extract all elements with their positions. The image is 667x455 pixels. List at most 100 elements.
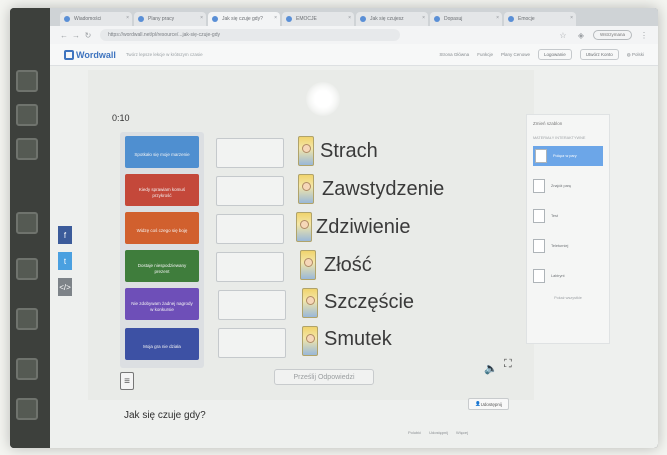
emotion-picture xyxy=(298,136,314,166)
browser-tab[interactable]: Wiadomości × xyxy=(60,12,132,26)
close-icon[interactable]: × xyxy=(126,15,129,21)
embed-share-button[interactable]: </> xyxy=(58,278,72,296)
close-icon[interactable]: × xyxy=(348,15,351,21)
answer-card[interactable]: Moja gra nie działa xyxy=(125,328,199,360)
board-tool[interactable] xyxy=(16,212,38,234)
login-button[interactable]: Logowanie xyxy=(538,49,572,60)
hamburger-icon: ≡ xyxy=(124,375,130,387)
board-tool[interactable] xyxy=(16,308,38,330)
nav-link-home[interactable]: Strona Główna xyxy=(439,52,469,57)
twitter-share-button[interactable]: t xyxy=(58,252,72,270)
answer-card[interactable]: Widzę coś czego się boję xyxy=(125,212,199,244)
face-icon xyxy=(304,258,313,267)
nav-link-pricing[interactable]: Plany Cenowe xyxy=(501,52,530,57)
profile-button[interactable]: Wstrzymana xyxy=(592,30,632,40)
emotion-picture xyxy=(300,250,316,280)
wordwall-logo[interactable]: Wordwall xyxy=(64,49,116,60)
speaker-icon[interactable]: 🔈 xyxy=(484,362,498,375)
template-thumbnail-icon xyxy=(533,179,545,193)
template-option[interactable]: Test xyxy=(533,206,603,226)
cards-panel: Spotkało się moje marzenie Kiedy sprawia… xyxy=(120,132,204,368)
board-tool[interactable] xyxy=(16,104,38,126)
share-button[interactable]: 👤 Udostępnij xyxy=(468,398,509,410)
emotion-word: Zdziwienie xyxy=(316,216,411,238)
browser-tab[interactable]: EMOCJE × xyxy=(282,12,354,26)
answer-card[interactable]: Kiedy sprawiam komuś przykrość xyxy=(125,174,199,206)
favicon-icon xyxy=(286,16,292,22)
screen-glare xyxy=(306,82,340,116)
like-link[interactable]: Polubić xyxy=(408,430,421,435)
template-thumbnail-icon xyxy=(533,239,545,253)
browser-tab[interactable]: Emocje × xyxy=(504,12,576,26)
drop-slot[interactable] xyxy=(216,252,284,282)
favicon-icon xyxy=(64,16,70,22)
board-tool[interactable] xyxy=(16,358,38,380)
template-option[interactable]: Połącz w pary xyxy=(533,146,603,166)
back-icon[interactable]: ← xyxy=(58,31,70,40)
board-tool[interactable] xyxy=(16,258,38,280)
facebook-share-button[interactable]: f xyxy=(58,226,72,244)
more-link[interactable]: Więcej xyxy=(456,430,468,435)
url-input[interactable]: https://wordwall.net/pl/resource/...jak-… xyxy=(100,29,400,41)
logo-icon xyxy=(64,49,74,60)
emotion-picture xyxy=(302,288,318,318)
menu-dots-icon[interactable]: ⋮ xyxy=(638,31,650,40)
favicon-icon xyxy=(508,16,514,22)
extension-icon[interactable]: ◈ xyxy=(575,31,587,40)
board-tool[interactable] xyxy=(16,398,38,420)
browser-tab-active[interactable]: Jak się czuje gdy? × xyxy=(208,12,280,26)
fullscreen-icon[interactable]: ⛶ xyxy=(504,358,512,371)
board-toolbar xyxy=(10,8,50,448)
template-thumbnail-icon xyxy=(533,269,545,283)
activity-title: Jak się czuje gdy? xyxy=(124,410,206,421)
close-icon[interactable]: × xyxy=(422,15,425,21)
forward-icon[interactable]: → xyxy=(70,31,82,40)
board-tool[interactable] xyxy=(16,138,38,160)
browser-tab[interactable]: Jak się czujesz × xyxy=(356,12,428,26)
nav-link-features[interactable]: Funkcje xyxy=(477,52,493,57)
drop-slot[interactable] xyxy=(216,138,284,168)
favicon-icon xyxy=(360,16,366,22)
emotion-word: Złość xyxy=(324,254,372,276)
answer-card[interactable]: Dostaje niespodziewany prezent xyxy=(125,250,199,282)
submit-answers-button[interactable]: Prześlij Odpowiedzi xyxy=(274,369,374,385)
site-header: Wordwall Twórz lepsze lekcje w krótszym … xyxy=(50,44,658,66)
drop-slot[interactable] xyxy=(216,214,284,244)
answer-card[interactable]: Spotkało się moje marzenie xyxy=(125,136,199,168)
face-icon xyxy=(300,220,309,229)
share-link[interactable]: Udostępnij xyxy=(429,430,448,435)
drop-slot[interactable] xyxy=(218,290,286,320)
favicon-icon xyxy=(212,16,218,22)
close-icon[interactable]: × xyxy=(570,15,573,21)
browser-tab[interactable]: Dopasuj × xyxy=(430,12,502,26)
answer-card[interactable]: Nie zdobywam żadnej nagrody w konkursie xyxy=(125,288,199,320)
template-option[interactable]: Labirynt xyxy=(533,266,603,286)
template-panel: Zmień szablon MATERIAŁY INTERAKTYWNE Poł… xyxy=(526,114,610,344)
template-thumbnail-icon xyxy=(535,149,547,163)
emotion-picture xyxy=(302,326,318,356)
panel-subtitle: MATERIAŁY INTERAKTYWNE xyxy=(533,136,586,140)
reload-icon[interactable]: ↻ xyxy=(82,31,94,40)
face-icon xyxy=(302,182,311,191)
game-menu-button[interactable]: ≡ xyxy=(120,372,134,390)
face-icon xyxy=(302,144,311,153)
close-icon[interactable]: × xyxy=(496,15,499,21)
panel-title: Zmień szablon xyxy=(533,121,563,126)
template-option[interactable]: Znajdź parę xyxy=(533,176,603,196)
close-icon[interactable]: × xyxy=(200,15,203,21)
drop-slot[interactable] xyxy=(218,328,286,358)
board-tool[interactable] xyxy=(16,70,38,92)
close-icon[interactable]: × xyxy=(274,15,277,21)
favicon-icon xyxy=(434,16,440,22)
template-option[interactable]: Teleturniej xyxy=(533,236,603,256)
timer: 0:10 xyxy=(112,113,130,123)
face-icon xyxy=(306,334,315,343)
signup-button[interactable]: Utwórz Konto xyxy=(579,49,619,60)
star-icon[interactable]: ☆ xyxy=(557,31,569,40)
template-thumbnail-icon xyxy=(533,209,545,223)
language-selector[interactable]: ◍ Polski xyxy=(627,52,644,58)
browser-tab[interactable]: Plany pracy × xyxy=(134,12,206,26)
show-all-link[interactable]: Pokaż wszystkie xyxy=(533,296,603,300)
emotion-picture xyxy=(296,212,312,242)
drop-slot[interactable] xyxy=(216,176,284,206)
